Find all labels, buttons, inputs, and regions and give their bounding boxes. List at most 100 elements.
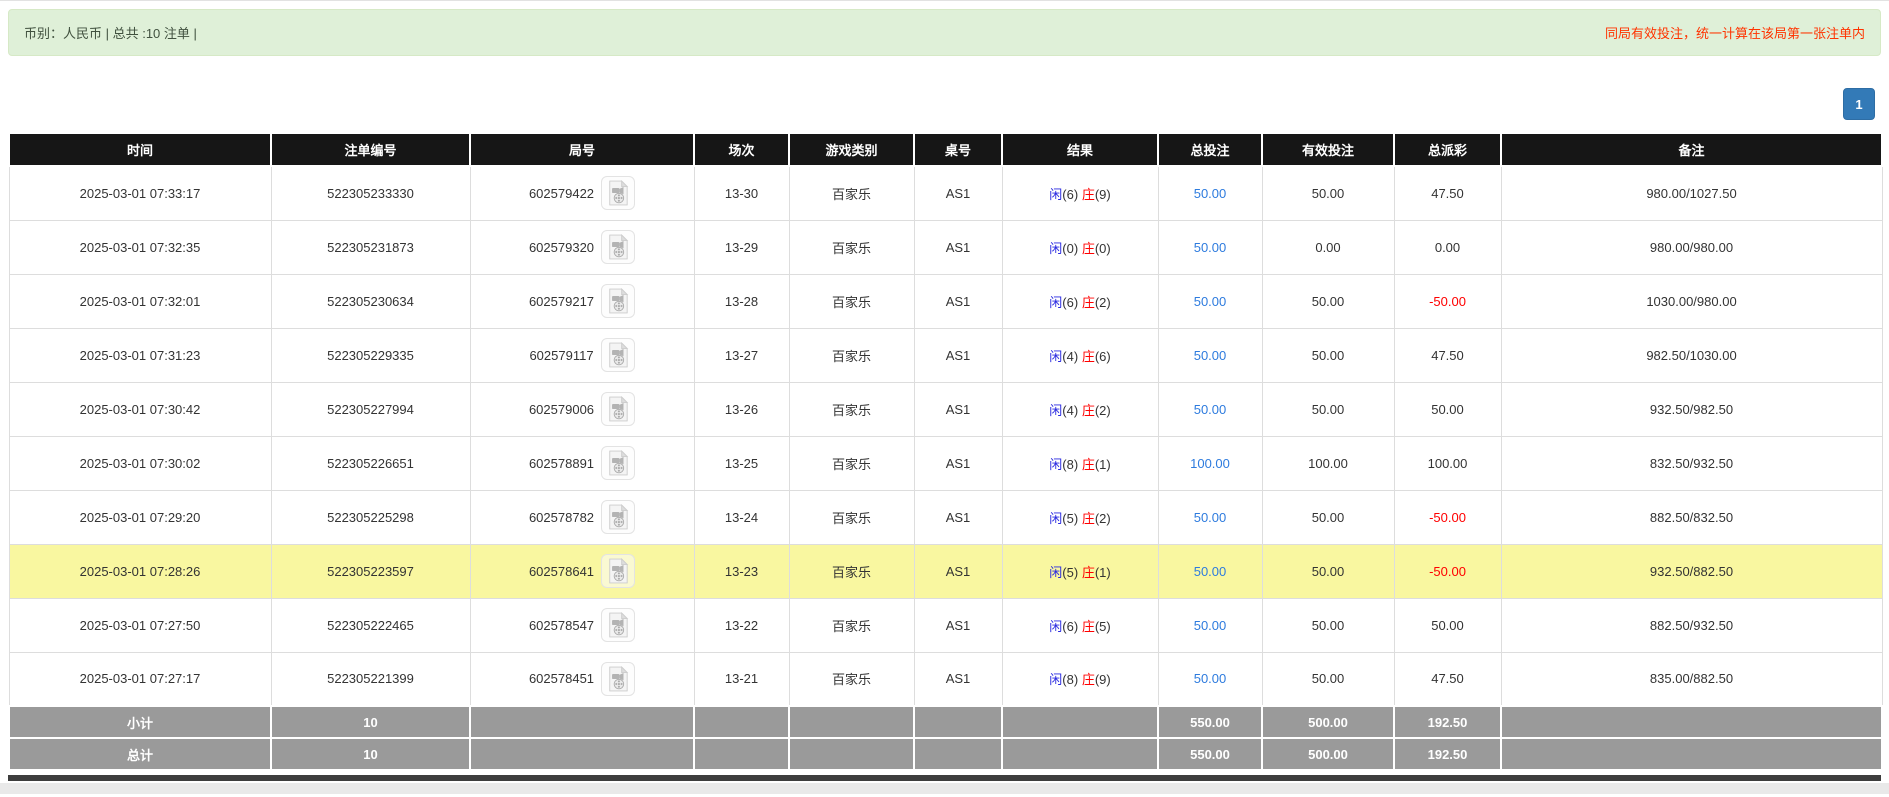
total-bet-link[interactable]: 50.00 xyxy=(1194,402,1227,417)
total-bet-link[interactable]: 50.00 xyxy=(1194,671,1227,686)
banker-score: (0) xyxy=(1095,241,1111,256)
player-score: (6) xyxy=(1062,295,1078,310)
bet-id-cell: 522305222465 xyxy=(271,598,470,652)
video-replay-button[interactable] xyxy=(601,608,635,642)
total-bet-cell: 50.00 xyxy=(1158,166,1262,220)
table-row[interactable]: 2025-03-01 07:28:26522305223597602578641… xyxy=(9,544,1882,598)
table-row[interactable]: 2025-03-01 07:32:01522305230634602579217… xyxy=(9,274,1882,328)
table-row[interactable]: 2025-03-01 07:30:42522305227994602579006… xyxy=(9,382,1882,436)
video-file-icon xyxy=(607,396,629,422)
banker-label: 庄 xyxy=(1082,672,1095,687)
valid-bet-cell: 50.00 xyxy=(1262,274,1394,328)
round-id: 602579006 xyxy=(529,402,594,417)
table-no-cell: AS1 xyxy=(914,544,1002,598)
video-replay-button[interactable] xyxy=(601,500,635,534)
video-replay-button[interactable] xyxy=(601,554,635,588)
table-no-cell: AS1 xyxy=(914,436,1002,490)
player-score: (5) xyxy=(1062,511,1078,526)
video-replay-button[interactable] xyxy=(601,446,635,480)
table-row[interactable]: 2025-03-01 07:27:50522305222465602578547… xyxy=(9,598,1882,652)
banker-score: (9) xyxy=(1095,187,1111,202)
player-score: (6) xyxy=(1062,619,1078,634)
summary-bar: 币别：人民币 | 总共 :10 注单 | 同局有效投注，统一计算在该局第一张注单… xyxy=(8,9,1881,56)
video-file-icon xyxy=(607,504,629,530)
payout-cell: 47.50 xyxy=(1394,166,1501,220)
payout-cell: -50.00 xyxy=(1394,274,1501,328)
table-row[interactable]: 2025-03-01 07:33:17522305233330602579422… xyxy=(9,166,1882,220)
video-replay-button[interactable] xyxy=(601,662,635,696)
player-label: 闲 xyxy=(1049,672,1062,687)
bet-records-table: 时间注单编号局号场次游戏类别桌号结果总投注有效投注总派彩备注 2025-03-0… xyxy=(8,132,1883,771)
payout-value: 47.50 xyxy=(1431,671,1464,686)
total-bet-cell: 50.00 xyxy=(1158,328,1262,382)
bet-id-cell: 522305227994 xyxy=(271,382,470,436)
remark-cell: 832.50/932.50 xyxy=(1501,436,1882,490)
bottom-scrollbar-track[interactable] xyxy=(0,783,1889,794)
game-type-cell: 百家乐 xyxy=(789,652,914,706)
session-cell: 13-24 xyxy=(694,490,789,544)
total-bet-link[interactable]: 50.00 xyxy=(1194,294,1227,309)
video-replay-button[interactable] xyxy=(601,392,635,426)
time-cell: 2025-03-01 07:27:50 xyxy=(9,598,271,652)
round-id-cell: 602579217 xyxy=(470,274,694,328)
total-bet-cell: 50.00 xyxy=(1158,598,1262,652)
player-label: 闲 xyxy=(1049,457,1062,472)
round-id: 602578891 xyxy=(529,456,594,471)
payout-value: -50.00 xyxy=(1429,510,1466,525)
video-replay-button[interactable] xyxy=(601,284,635,318)
valid-bet-note: 同局有效投注，统一计算在该局第一张注单内 xyxy=(1605,23,1865,42)
player-score: (8) xyxy=(1062,457,1078,472)
bet-id-cell: 522305231873 xyxy=(271,220,470,274)
subtotal-row-cell-9: 192.50 xyxy=(1394,706,1501,738)
page-button-1[interactable]: 1 xyxy=(1843,88,1875,120)
remark-cell: 982.50/1030.00 xyxy=(1501,328,1882,382)
round-id: 602579320 xyxy=(529,240,594,255)
game-type-cell: 百家乐 xyxy=(789,166,914,220)
game-type-cell: 百家乐 xyxy=(789,274,914,328)
bet-id-cell: 522305223597 xyxy=(271,544,470,598)
total-bet-link[interactable]: 50.00 xyxy=(1194,510,1227,525)
subtotal-row-cell-3 xyxy=(694,706,789,738)
table-no-cell: AS1 xyxy=(914,274,1002,328)
video-replay-button[interactable] xyxy=(601,230,635,264)
column-header-7: 总投注 xyxy=(1158,133,1262,166)
valid-bet-cell: 50.00 xyxy=(1262,328,1394,382)
player-label: 闲 xyxy=(1049,187,1062,202)
table-row[interactable]: 2025-03-01 07:31:23522305229335602579117… xyxy=(9,328,1882,382)
banker-score: (2) xyxy=(1095,511,1111,526)
valid-bet-cell: 0.00 xyxy=(1262,220,1394,274)
total-bet-link[interactable]: 100.00 xyxy=(1190,456,1230,471)
video-replay-button[interactable] xyxy=(601,176,635,210)
total-bet-link[interactable]: 50.00 xyxy=(1194,240,1227,255)
game-type-cell: 百家乐 xyxy=(789,382,914,436)
table-row[interactable]: 2025-03-01 07:32:35522305231873602579320… xyxy=(9,220,1882,274)
total-bet-link[interactable]: 50.00 xyxy=(1194,564,1227,579)
total-bet-cell: 50.00 xyxy=(1158,544,1262,598)
banker-label: 庄 xyxy=(1082,187,1095,202)
total-bet-link[interactable]: 50.00 xyxy=(1194,348,1227,363)
player-score: (8) xyxy=(1062,672,1078,687)
round-id-cell: 602578782 xyxy=(470,490,694,544)
result-cell: 闲(4) 庄(2) xyxy=(1002,382,1158,436)
time-cell: 2025-03-01 07:29:20 xyxy=(9,490,271,544)
total-row-cell-7: 550.00 xyxy=(1158,738,1262,770)
round-id: 602579422 xyxy=(529,186,594,201)
total-row-cell-8: 500.00 xyxy=(1262,738,1394,770)
table-row[interactable]: 2025-03-01 07:30:02522305226651602578891… xyxy=(9,436,1882,490)
subtotal-row: 小计10550.00500.00192.50 xyxy=(9,706,1882,738)
total-row-cell-10 xyxy=(1501,738,1882,770)
video-replay-button[interactable] xyxy=(601,338,635,372)
payout-value: 100.00 xyxy=(1428,456,1468,471)
top-divider xyxy=(0,0,1889,1)
bet-id-cell: 522305229335 xyxy=(271,328,470,382)
table-row[interactable]: 2025-03-01 07:27:17522305221399602578451… xyxy=(9,652,1882,706)
column-header-3: 场次 xyxy=(694,133,789,166)
subtotal-row-cell-7: 550.00 xyxy=(1158,706,1262,738)
result-cell: 闲(8) 庄(1) xyxy=(1002,436,1158,490)
video-file-icon xyxy=(607,558,629,584)
table-row[interactable]: 2025-03-01 07:29:20522305225298602578782… xyxy=(9,490,1882,544)
total-bet-link[interactable]: 50.00 xyxy=(1194,186,1227,201)
video-file-icon xyxy=(607,666,629,692)
total-row-cell-9: 192.50 xyxy=(1394,738,1501,770)
total-bet-link[interactable]: 50.00 xyxy=(1194,618,1227,633)
